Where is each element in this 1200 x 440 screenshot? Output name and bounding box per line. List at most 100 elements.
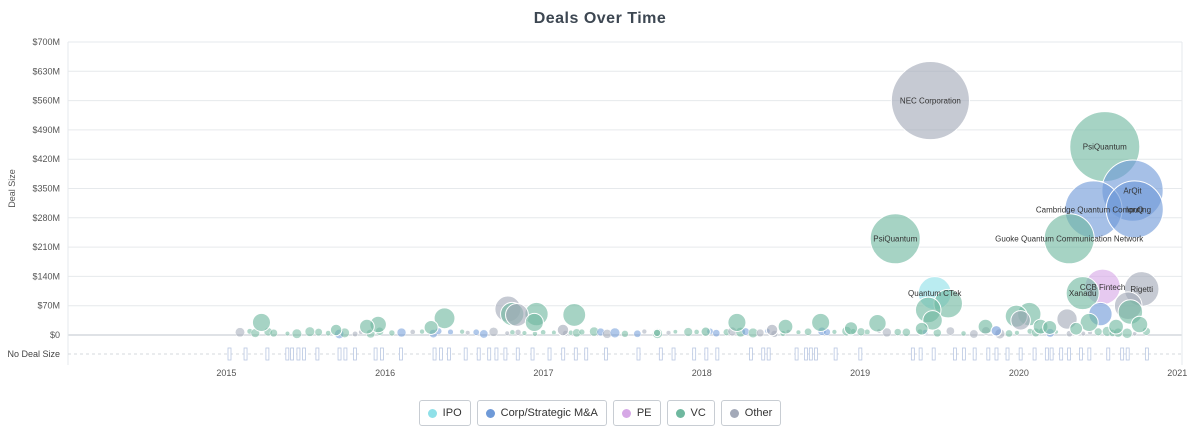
deal-bubble-small[interactable] — [532, 331, 538, 337]
no-deal-marker[interactable] — [766, 347, 771, 361]
deal-bubble[interactable] — [700, 326, 711, 337]
deal-bubble[interactable] — [765, 323, 779, 337]
deal-bubble-small[interactable] — [540, 329, 546, 336]
no-deal-marker[interactable] — [463, 347, 468, 361]
deal-bubble-small[interactable] — [856, 327, 866, 336]
legend-item[interactable]: VC — [666, 400, 715, 426]
no-deal-marker[interactable] — [671, 347, 676, 361]
deal-bubble-small[interactable] — [969, 329, 979, 339]
deal-bubble[interactable] — [868, 314, 887, 333]
no-deal-marker[interactable] — [1067, 347, 1071, 361]
legend-item[interactable]: IPO — [418, 400, 471, 426]
deal-bubble-small[interactable] — [946, 326, 955, 336]
no-deal-marker[interactable] — [302, 347, 306, 361]
no-deal-marker[interactable] — [503, 347, 508, 361]
no-deal-marker[interactable] — [227, 347, 232, 361]
no-deal-marker[interactable] — [1079, 347, 1083, 361]
deal-bubble[interactable] — [1069, 321, 1084, 336]
deal-bubble[interactable] — [359, 318, 375, 335]
no-deal-marker[interactable] — [1120, 347, 1125, 361]
no-deal-marker[interactable] — [547, 347, 552, 361]
deal-bubble-small[interactable] — [672, 329, 678, 335]
no-deal-marker[interactable] — [487, 347, 492, 361]
no-deal-marker[interactable] — [290, 347, 294, 361]
no-deal-marker[interactable] — [1049, 347, 1054, 361]
deal-bubble-small[interactable] — [804, 327, 812, 336]
deal-bubble-small[interactable] — [314, 328, 323, 337]
no-deal-marker[interactable] — [814, 347, 818, 361]
deal-bubble-small[interactable] — [1014, 330, 1020, 336]
deal-bubble-small[interactable] — [1005, 329, 1013, 338]
deal-bubble-small[interactable] — [419, 328, 425, 335]
deal-bubble[interactable] — [990, 325, 1003, 337]
deal-bubble[interactable] — [977, 318, 994, 335]
no-deal-marker[interactable] — [373, 347, 378, 361]
deal-bubble-small[interactable] — [472, 328, 480, 336]
no-deal-marker[interactable] — [432, 347, 437, 361]
deal-bubble-small[interactable] — [683, 327, 693, 337]
no-deal-marker[interactable] — [1087, 347, 1092, 361]
no-deal-marker[interactable] — [1144, 347, 1149, 361]
deal-bubble[interactable] — [562, 302, 587, 327]
deal-bubble-small[interactable] — [291, 328, 302, 339]
deal-bubble-small[interactable] — [960, 330, 967, 337]
no-deal-marker[interactable] — [476, 347, 481, 361]
deal-bubble-small[interactable] — [479, 329, 489, 339]
no-deal-marker[interactable] — [561, 347, 566, 361]
legend-item[interactable]: PE — [612, 400, 661, 426]
no-deal-marker[interactable] — [910, 347, 915, 361]
no-deal-marker[interactable] — [573, 347, 578, 361]
no-deal-marker[interactable] — [243, 347, 248, 361]
no-deal-marker[interactable] — [704, 347, 709, 361]
deal-bubble-small[interactable] — [409, 329, 416, 335]
legend-item[interactable]: Other — [720, 400, 782, 426]
no-deal-marker[interactable] — [1044, 347, 1049, 361]
no-deal-marker[interactable] — [1018, 347, 1023, 361]
no-deal-marker[interactable] — [265, 347, 270, 361]
no-deal-marker[interactable] — [761, 347, 766, 361]
deal-bubble[interactable] — [811, 312, 831, 332]
deal-bubble-small[interactable] — [665, 330, 672, 336]
no-deal-marker[interactable] — [1005, 347, 1010, 361]
deal-bubble[interactable] — [777, 318, 794, 335]
deal-bubble-small[interactable] — [284, 331, 290, 337]
deal-bubble-small[interactable] — [864, 328, 871, 336]
no-deal-marker[interactable] — [931, 347, 936, 361]
no-deal-marker[interactable] — [399, 347, 403, 361]
legend-item[interactable]: Corp/Strategic M&A — [476, 400, 607, 426]
deal-bubble[interactable] — [1010, 310, 1031, 331]
deal-bubble-small[interactable] — [756, 328, 765, 338]
deal-bubble-small[interactable] — [488, 327, 499, 337]
no-deal-marker[interactable] — [808, 347, 813, 361]
no-deal-marker[interactable] — [833, 347, 838, 361]
deal-bubble-small[interactable] — [831, 329, 837, 335]
no-deal-marker[interactable] — [994, 347, 999, 361]
no-deal-marker[interactable] — [380, 347, 384, 361]
deal-bubble-small[interactable] — [504, 330, 510, 336]
deal-bubble-small[interactable] — [396, 327, 407, 338]
deal-bubble-small[interactable] — [1121, 328, 1133, 339]
no-deal-marker[interactable] — [494, 347, 499, 361]
deal-bubble-small[interactable] — [641, 328, 647, 335]
no-deal-marker[interactable] — [285, 347, 290, 361]
deal-bubble[interactable] — [652, 328, 662, 338]
deal-bubble-small[interactable] — [609, 327, 621, 338]
deal-bubble-small[interactable] — [712, 329, 721, 338]
no-deal-marker[interactable] — [1059, 347, 1064, 361]
no-deal-marker[interactable] — [1032, 347, 1037, 361]
no-deal-marker[interactable] — [749, 347, 753, 361]
deal-bubble-small[interactable] — [633, 329, 642, 338]
deal-bubble[interactable] — [329, 323, 343, 337]
no-deal-marker[interactable] — [636, 347, 641, 361]
no-deal-marker[interactable] — [952, 347, 957, 361]
deal-bubble-small[interactable] — [521, 330, 527, 336]
deal-bubble-small[interactable] — [795, 329, 801, 335]
deal-bubble-small[interactable] — [304, 326, 315, 337]
no-deal-marker[interactable] — [715, 347, 720, 361]
no-deal-marker[interactable] — [530, 347, 535, 361]
no-deal-marker[interactable] — [343, 347, 348, 361]
no-deal-marker[interactable] — [584, 347, 589, 361]
deal-bubble-small[interactable] — [509, 329, 516, 336]
no-deal-marker[interactable] — [439, 347, 443, 361]
deal-bubble-small[interactable] — [352, 331, 359, 337]
